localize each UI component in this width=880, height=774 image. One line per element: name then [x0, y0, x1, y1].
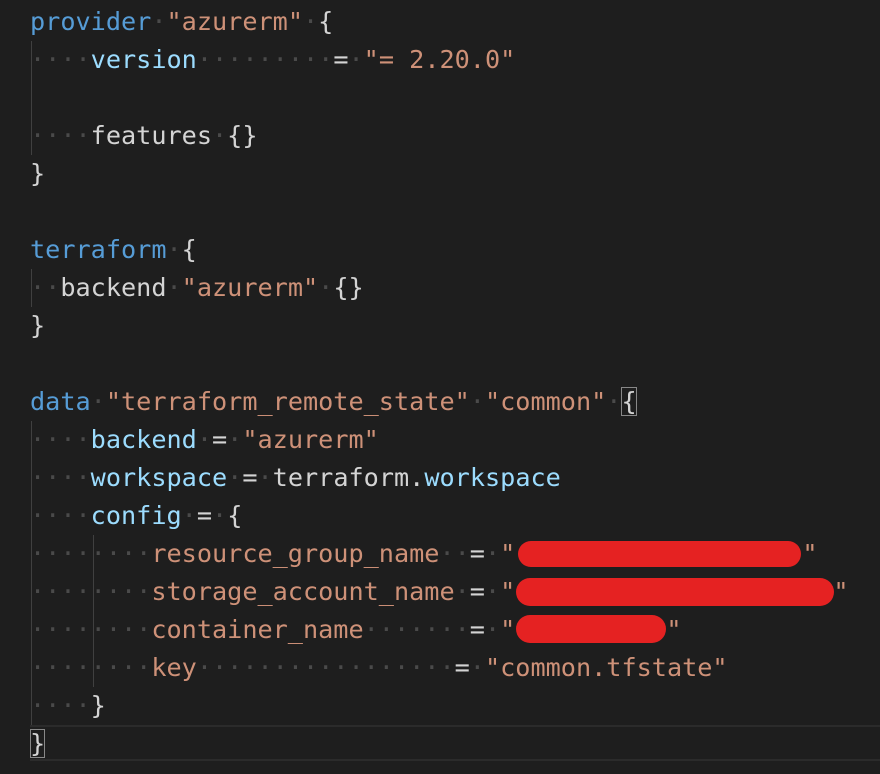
code-line-4: ····features·{}: [30, 121, 258, 150]
current-line-highlight: [30, 725, 880, 761]
quote-open: ": [500, 577, 516, 606]
quote-close: ": [666, 615, 682, 644]
equals-sign: =: [196, 501, 213, 530]
code-editor[interactable]: provider·"azurerm"·{ ····version········…: [0, 0, 880, 774]
provider-name: "azurerm": [166, 7, 303, 36]
backend-attribute: backend: [90, 425, 197, 454]
backend-keyword: backend: [60, 273, 167, 302]
backend-braces: {}: [333, 273, 364, 302]
code-line-7: terraform·{: [30, 235, 197, 264]
code-line-5: }: [30, 155, 45, 193]
open-brace: {: [181, 235, 197, 264]
data-type: "terraform_remote_state": [105, 387, 470, 416]
equals-sign: =: [469, 615, 485, 644]
quote-open: ": [500, 539, 516, 568]
matched-close-brace: }: [30, 729, 46, 758]
quote-open: ": [500, 615, 516, 644]
open-brace: {: [318, 7, 334, 36]
code-line-19: ····}: [30, 691, 106, 720]
workspace-attribute: workspace: [90, 463, 228, 492]
code-line-1: provider·"azurerm"·{: [30, 7, 334, 36]
quote-close: ": [802, 539, 818, 568]
features-block: features: [90, 121, 212, 150]
equals-sign: =: [212, 425, 228, 454]
code-line-20: }: [30, 725, 46, 763]
code-line-12: ····backend·=·"azurerm": [30, 425, 379, 454]
code-line-18: ········key·················=·"common.tf…: [30, 653, 728, 682]
key-value: "common.tfstate": [484, 653, 728, 682]
version-attribute: version: [90, 45, 197, 74]
code-line-14: ····config·=·{: [30, 501, 243, 530]
workspace-ref-property: workspace: [424, 463, 561, 492]
matched-open-brace: {: [621, 387, 637, 416]
backend-name: "azurerm": [181, 273, 319, 302]
code-line-13: ····workspace·=·terraform.workspace: [30, 463, 561, 492]
equals-sign: =: [333, 45, 349, 74]
config-attribute: config: [90, 501, 182, 530]
redaction-mark: [518, 541, 801, 567]
resource-group-name-key: resource_group_name: [151, 539, 440, 568]
key-key: key: [151, 653, 197, 682]
storage-account-name-key: storage_account_name: [151, 577, 455, 606]
config-close-brace: }: [90, 691, 106, 720]
workspace-ref-object: terraform.: [272, 463, 425, 492]
data-name: "common": [484, 387, 607, 416]
data-keyword: data: [30, 387, 91, 416]
code-line-8: ··backend·"azurerm"·{}: [30, 273, 364, 302]
version-value: "= 2.20.0": [363, 45, 516, 74]
container-name-key: container_name: [151, 615, 364, 644]
features-braces: {}: [227, 121, 258, 150]
backend-value: "azurerm": [242, 425, 379, 454]
equals-sign: =: [454, 653, 470, 682]
close-brace: }: [30, 311, 46, 340]
close-brace: }: [30, 159, 46, 188]
redaction-mark: [516, 615, 666, 643]
code-line-11: data·"terraform_remote_state"·"common"·{: [30, 387, 637, 416]
equals-sign: =: [469, 577, 485, 606]
config-open-brace: {: [227, 501, 243, 530]
code-line-9: }: [30, 307, 45, 345]
terraform-keyword: terraform: [30, 235, 167, 264]
equals-sign: =: [469, 539, 485, 568]
quote-close: ": [833, 577, 849, 606]
provider-keyword: provider: [30, 7, 152, 36]
redaction-mark: [516, 578, 834, 606]
equals-sign: =: [242, 463, 258, 492]
code-line-2: ····version·········=·"= 2.20.0": [30, 45, 516, 74]
